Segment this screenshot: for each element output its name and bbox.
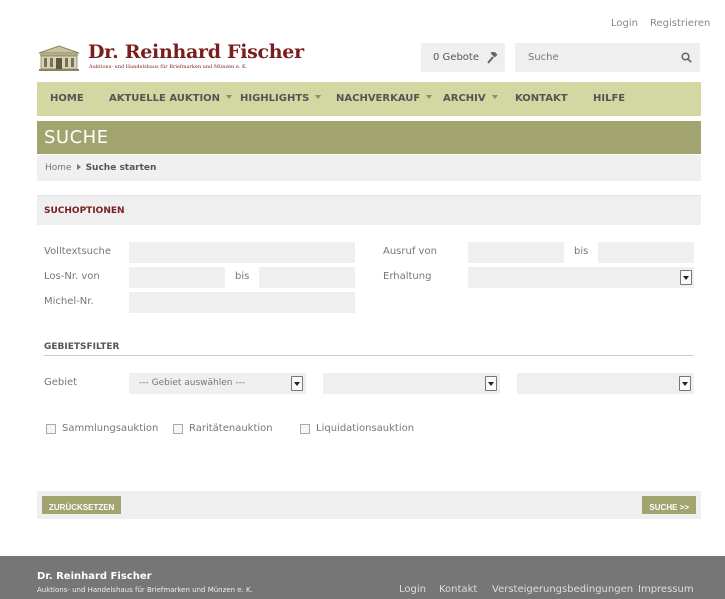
- action-bar: ZURÜCKSETZEN SUCHE >>: [37, 491, 701, 519]
- main-nav: HOME AKTUELLE AUKTION HIGHLIGHTS NACHVER…: [37, 82, 701, 116]
- footer: Dr. Reinhard Fischer Auktions- und Hande…: [0, 556, 725, 599]
- chevron-down-icon: [679, 376, 691, 391]
- search-button[interactable]: SUCHE >>: [642, 496, 696, 514]
- search-input[interactable]: [515, 43, 675, 72]
- lot-to-input[interactable]: [259, 267, 355, 288]
- chevron-down-icon: [315, 95, 322, 99]
- page: Login Registrieren Dr. Reinhard Fischer …: [0, 0, 725, 599]
- area-filter-title: GEBIETSFILTER: [44, 342, 120, 352]
- lot-from-label: Los-Nr. von: [44, 271, 100, 282]
- footer-link-kontakt[interactable]: Kontakt: [439, 584, 477, 595]
- price-to-input[interactable]: [598, 242, 694, 263]
- area-select-2[interactable]: [323, 373, 500, 394]
- search-options-header: SUCHOPTIONEN: [37, 195, 701, 225]
- area-label: Gebiet: [44, 377, 78, 388]
- checkbox-liquidationsauktion[interactable]: [300, 424, 310, 434]
- footer-company-subtitle: Auktions- und Handelshaus für Briefmarke…: [37, 586, 253, 594]
- michel-input[interactable]: [129, 292, 355, 313]
- search-icon[interactable]: [681, 52, 692, 63]
- footer-link-impressum[interactable]: Impressum: [638, 584, 694, 595]
- chevron-down-icon: [680, 270, 692, 285]
- michel-label: Michel-Nr.: [44, 296, 94, 307]
- chevron-down-icon: [485, 376, 497, 391]
- breadcrumb-current: Suche starten: [85, 163, 157, 173]
- nav-item-nachverkauf[interactable]: NACHVERKAUF: [336, 93, 433, 104]
- bids-label: 0 Gebote: [433, 52, 479, 63]
- area-select-1[interactable]: --- Gebiet auswählen ---: [129, 373, 306, 394]
- nav-item-kontakt[interactable]: KONTAKT: [515, 93, 568, 104]
- checkbox-sammlungsauktion[interactable]: [46, 424, 56, 434]
- price-from-input[interactable]: [468, 242, 564, 263]
- chevron-right-icon: [76, 164, 81, 170]
- search-options-title: SUCHOPTIONEN: [44, 206, 125, 216]
- breadcrumb-home[interactable]: Home: [45, 163, 72, 173]
- checkbox-label[interactable]: Raritätenauktion: [189, 423, 273, 434]
- page-title-banner: SUCHE: [37, 121, 701, 154]
- footer-link-login[interactable]: Login: [399, 584, 426, 595]
- checkbox-raritaetenauktion[interactable]: [173, 424, 183, 434]
- chevron-down-icon: [291, 376, 303, 391]
- checkbox-label[interactable]: Sammlungsauktion: [62, 423, 158, 434]
- logo-title[interactable]: Dr. Reinhard Fischer: [88, 41, 304, 63]
- register-link[interactable]: Registrieren: [650, 18, 710, 29]
- price-to-label: bis: [574, 246, 589, 257]
- price-from-label: Ausruf von: [383, 246, 437, 257]
- fulltext-label: Volltextsuche: [44, 246, 112, 257]
- chevron-down-icon: [491, 95, 498, 99]
- condition-label: Erhaltung: [383, 271, 432, 282]
- chevron-down-icon: [426, 95, 433, 99]
- area-select-3[interactable]: [517, 373, 694, 394]
- reset-button[interactable]: ZURÜCKSETZEN: [42, 496, 122, 514]
- bids-button[interactable]: 0 Gebote: [421, 43, 505, 72]
- nav-item-aktuelle-auktion[interactable]: AKTUELLE AUKTION: [109, 93, 233, 104]
- condition-select[interactable]: [468, 267, 694, 288]
- search-box: [515, 43, 700, 72]
- footer-link-versteigerungsbedingungen[interactable]: Versteigerungsbedingungen: [492, 584, 633, 595]
- lot-to-label: bis: [235, 271, 250, 282]
- nav-item-archiv[interactable]: ARCHIV: [443, 93, 498, 104]
- login-link[interactable]: Login: [611, 18, 638, 29]
- breadcrumb: Home Suche starten: [37, 155, 701, 181]
- divider: [44, 355, 694, 356]
- nav-item-hilfe[interactable]: HILFE: [593, 93, 625, 104]
- chevron-down-icon: [226, 95, 233, 99]
- nav-item-home[interactable]: HOME: [50, 93, 84, 104]
- checkbox-label[interactable]: Liquidationsauktion: [316, 423, 414, 434]
- logo-subtitle: Auktions- und Handelshaus für Briefmarke…: [89, 64, 248, 70]
- nav-item-highlights[interactable]: HIGHLIGHTS: [240, 93, 322, 104]
- page-title: SUCHE: [44, 127, 109, 148]
- lot-from-input[interactable]: [129, 267, 225, 288]
- footer-company-name: Dr. Reinhard Fischer: [37, 571, 152, 582]
- fulltext-input[interactable]: [129, 242, 355, 263]
- gavel-icon: [487, 52, 498, 64]
- building-logo-icon[interactable]: [37, 45, 81, 71]
